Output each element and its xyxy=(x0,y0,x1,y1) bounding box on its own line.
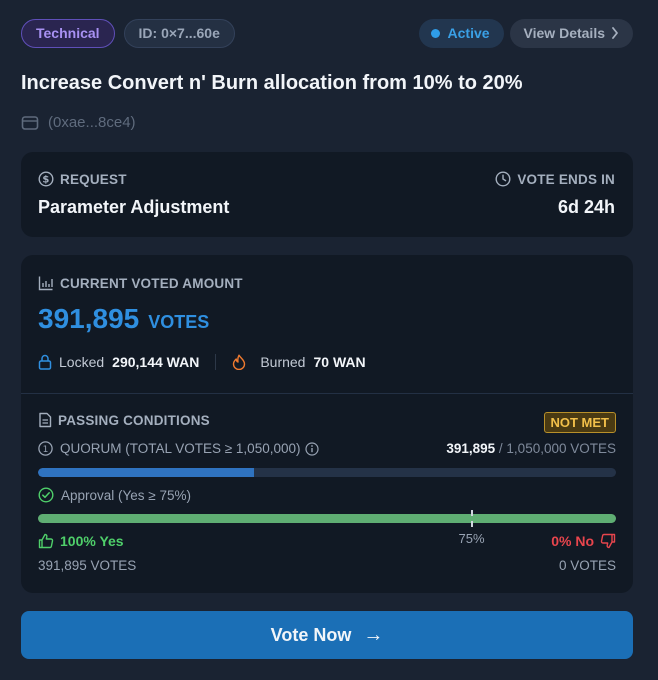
category-tag: Technical xyxy=(21,18,115,48)
proposer-address: (0xae...8ce4) xyxy=(48,114,136,131)
quorum-label: 1 QUORUM (TOTAL VOTES ≥ 1,050,000) xyxy=(38,441,326,456)
arrow-right-icon: → xyxy=(363,623,384,646)
passing-conditions-label: PASSING CONDITIONS xyxy=(38,412,210,428)
approval-progress-bar xyxy=(38,514,616,523)
conditions-status-badge: NOT MET xyxy=(543,412,616,433)
clock-icon xyxy=(495,171,511,187)
status-label: Active xyxy=(447,25,490,41)
quorum-progress-bar xyxy=(38,468,616,477)
locked-value: 290,144 WAN xyxy=(112,354,200,370)
quorum-target: / 1,050,000 VOTES xyxy=(498,441,616,456)
svg-text:$: $ xyxy=(42,175,49,186)
request-label-text: REQUEST xyxy=(60,171,127,187)
voted-amount-number: 391,895 xyxy=(38,303,140,334)
svg-text:1: 1 xyxy=(43,445,49,455)
status-badge: Active xyxy=(418,18,504,48)
chevron-right-icon xyxy=(612,27,618,39)
burned-value: 70 WAN xyxy=(313,354,366,370)
section-divider xyxy=(21,393,633,394)
vote-ends-label: VOTE ENDS IN xyxy=(495,171,615,187)
no-percentage: 0% No xyxy=(551,533,616,549)
current-voted-label-text: CURRENT VOTED AMOUNT xyxy=(60,275,243,291)
voted-amount-unit: VOTES xyxy=(148,312,210,332)
vote-ends-label-text: VOTE ENDS IN xyxy=(517,171,615,187)
wallet-icon xyxy=(21,115,39,130)
document-icon xyxy=(39,412,52,428)
quorum-label-text: QUORUM (TOTAL VOTES ≥ 1,050,000) xyxy=(60,441,301,456)
voted-amount-section: CURRENT VOTED AMOUNT 391,895 VOTES Locke… xyxy=(21,255,633,394)
approval-progress-fill xyxy=(38,514,616,523)
locked-burned-row: Locked 290,144 WAN Burned 70 WAN xyxy=(38,354,366,370)
current-voted-label: CURRENT VOTED AMOUNT xyxy=(38,275,243,291)
vote-ends-section: VOTE ENDS IN 6d 24h xyxy=(495,171,615,218)
no-votes: 0 VOTES xyxy=(558,558,616,573)
votes-card: CURRENT VOTED AMOUNT 391,895 VOTES Locke… xyxy=(21,255,633,593)
vote-now-button[interactable]: Vote Now → xyxy=(21,611,633,659)
vote-now-label: Vote Now xyxy=(270,624,352,645)
quorum-progress-fill xyxy=(38,468,254,477)
proposal-id-badge: ID: 0×7...60e xyxy=(123,18,235,48)
view-details-label: View Details xyxy=(523,25,605,41)
proposal-title: Increase Convert n' Burn allocation from… xyxy=(21,72,523,94)
yes-percentage: 100% Yes xyxy=(38,533,124,549)
approval-label-text: Approval (Yes ≥ 75%) xyxy=(61,487,191,503)
request-label: $ REQUEST xyxy=(38,171,229,187)
vote-ends-value: 6d 24h xyxy=(557,197,615,217)
request-value: Parameter Adjustment xyxy=(38,197,230,217)
yes-votes: 391,895 VOTES xyxy=(38,558,137,573)
thumbs-down-icon xyxy=(600,533,616,549)
info-icon[interactable] xyxy=(305,441,320,456)
status-dot-icon xyxy=(430,28,440,38)
request-section: $ REQUEST Parameter Adjustment xyxy=(38,171,229,218)
top-bar: Technical ID: 0×7...60e Active View Deta… xyxy=(21,18,633,48)
divider xyxy=(215,354,217,370)
passing-conditions-label-text: PASSING CONDITIONS xyxy=(58,412,210,428)
chart-icon xyxy=(38,276,53,291)
quorum-progress-text: 391,895 / 1,050,000 VOTES xyxy=(446,441,616,456)
approval-label: Approval (Yes ≥ 75%) xyxy=(38,487,191,503)
number-one-icon: 1 xyxy=(38,441,53,456)
quorum-current: 391,895 xyxy=(446,441,496,456)
voted-amount: 391,895 VOTES xyxy=(38,303,209,335)
request-card: $ REQUEST Parameter Adjustment VOTE ENDS… xyxy=(21,152,633,237)
locked-label: Locked xyxy=(59,354,105,370)
lock-icon xyxy=(38,354,52,370)
flame-icon xyxy=(233,354,246,370)
dollar-icon: $ xyxy=(38,171,54,187)
yes-percentage-text: 100% Yes xyxy=(60,533,124,549)
proposer-row: (0xae...8ce4) xyxy=(21,114,136,131)
approval-threshold-marker xyxy=(470,510,473,527)
burned-label: Burned xyxy=(260,354,306,370)
thumbs-up-icon xyxy=(38,533,54,549)
no-percentage-text: 0% No xyxy=(551,533,594,549)
approval-threshold-label: 75% xyxy=(458,531,485,546)
view-details-button[interactable]: View Details xyxy=(509,18,633,48)
check-circle-icon xyxy=(38,487,54,503)
